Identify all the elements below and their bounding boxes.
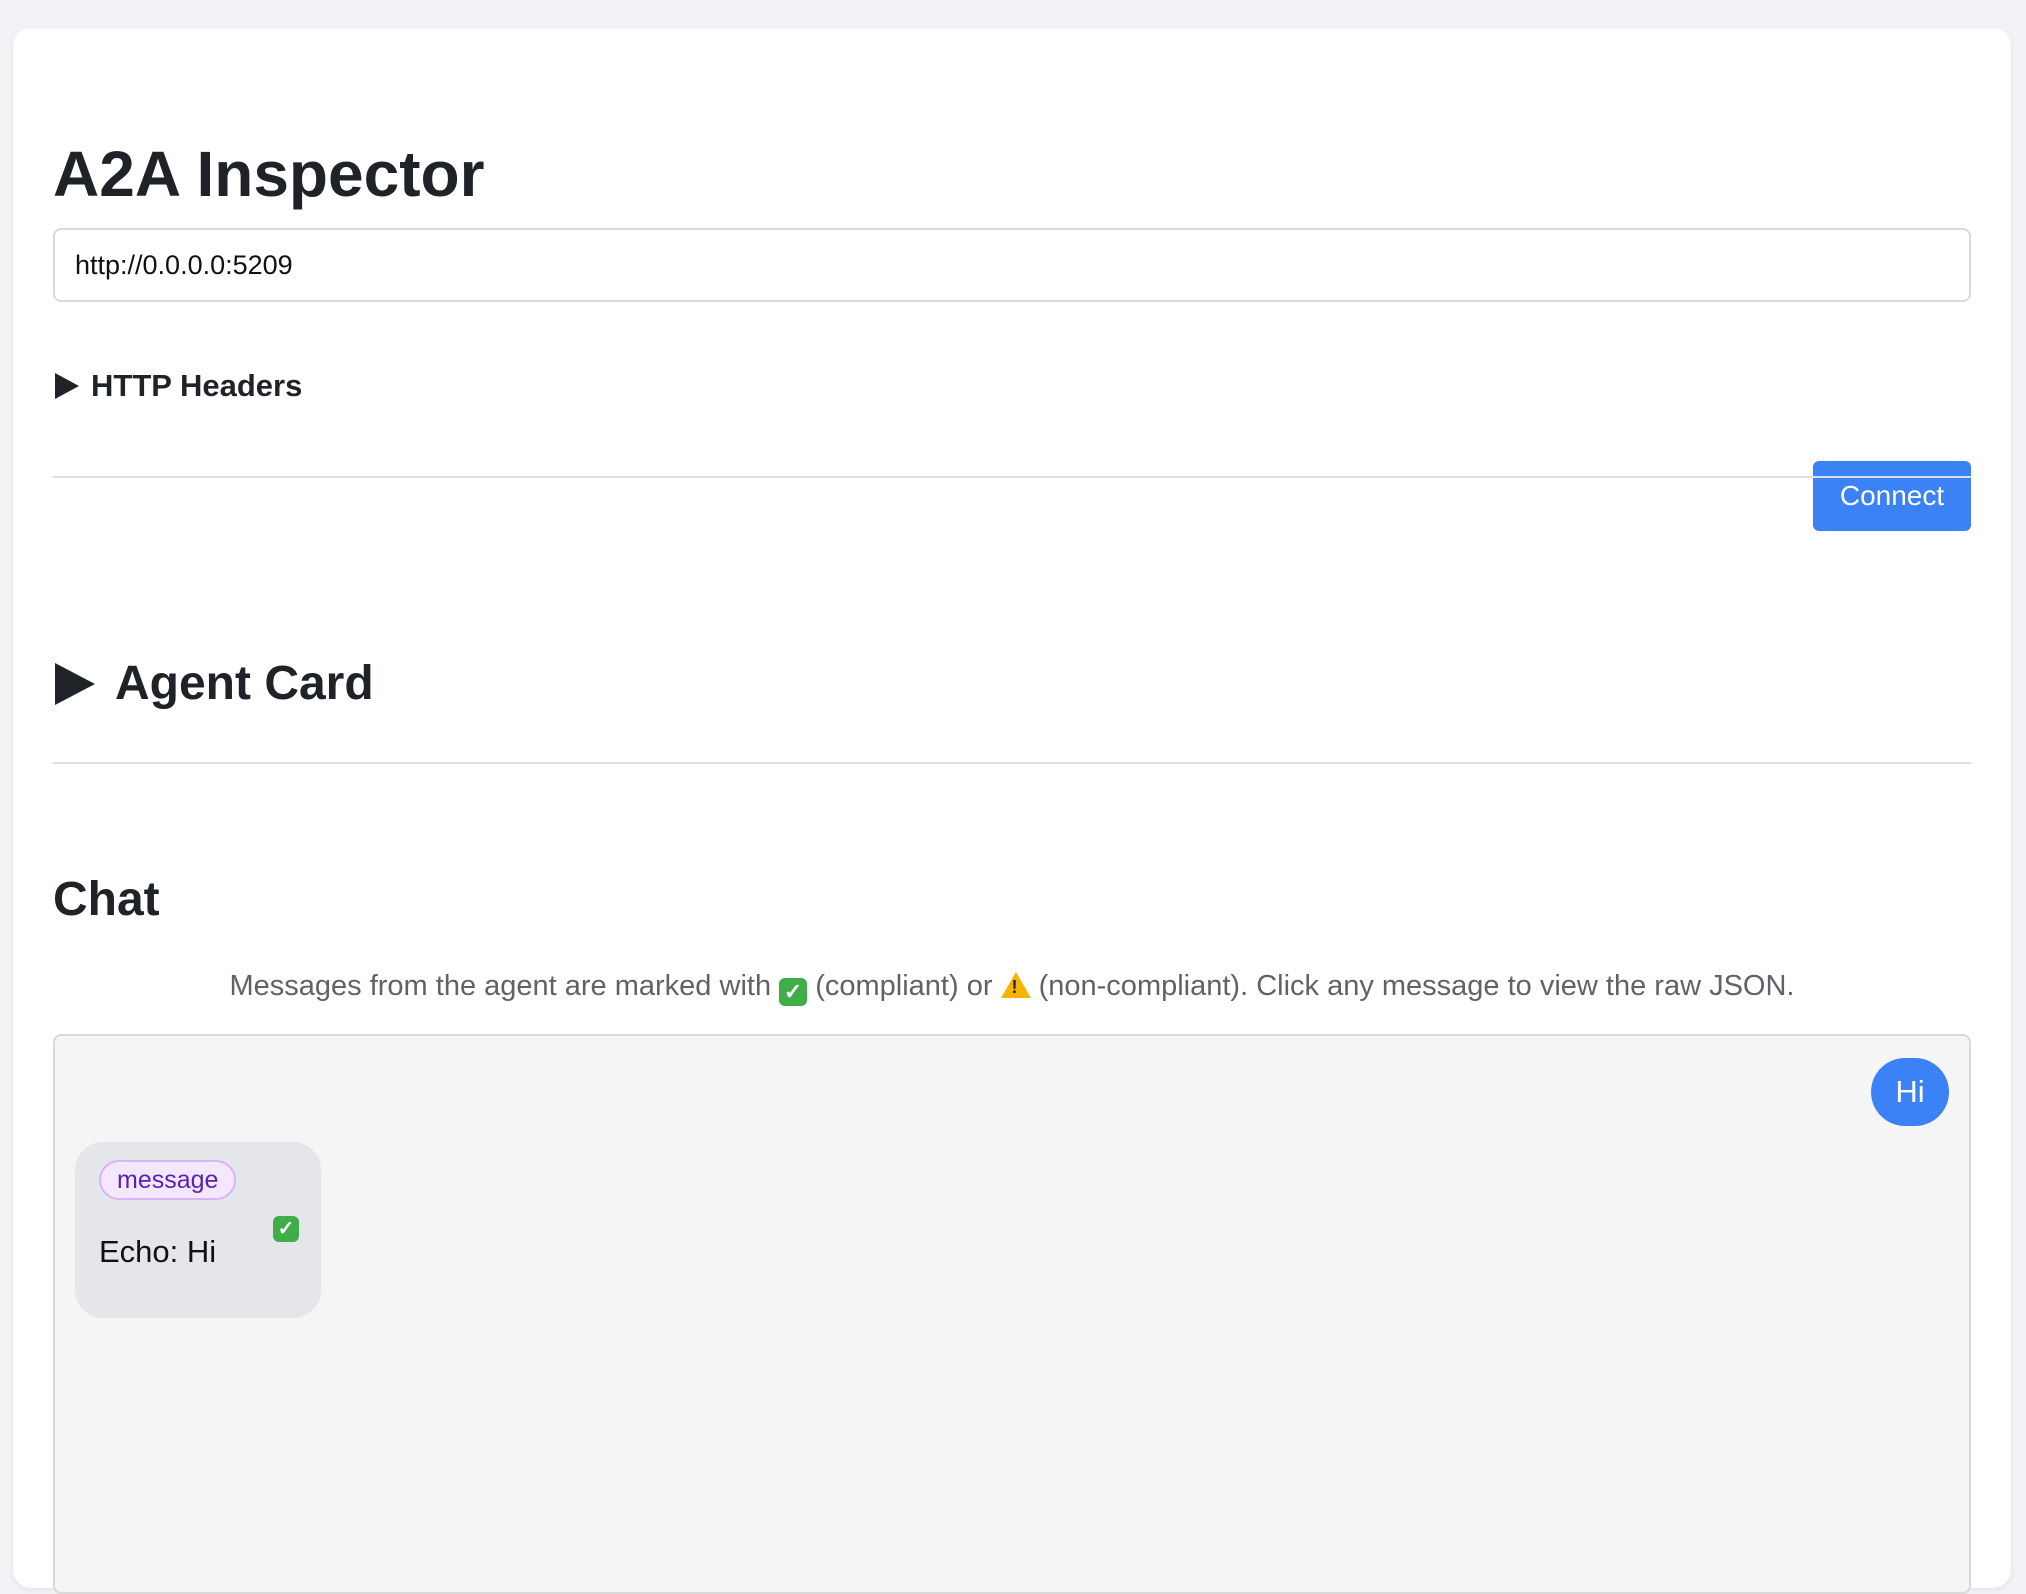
- agent-message-text: Echo: Hi: [99, 1234, 217, 1269]
- page-title: A2A Inspector: [53, 138, 485, 210]
- agent-card-toggle[interactable]: Agent Card: [53, 656, 374, 712]
- chat-messages-area[interactable]: Hi message Echo: Hi ✓: [53, 1034, 1971, 1594]
- disclosure-triangle-icon: [55, 373, 79, 399]
- chat-hint-compliant: (compliant) or: [815, 970, 993, 1002]
- compliant-check-icon: ✓: [779, 978, 808, 1006]
- warning-icon: [1000, 972, 1031, 998]
- agent-card-label: Agent Card: [115, 657, 374, 710]
- chat-hint-noncompliant: (non-compliant). Click any message to vi…: [1038, 970, 1795, 1002]
- connect-button[interactable]: Connect: [1813, 461, 1971, 531]
- agent-url-input[interactable]: [53, 228, 1971, 302]
- user-message-bubble[interactable]: Hi: [1871, 1058, 1949, 1126]
- http-headers-label: HTTP Headers: [91, 368, 303, 403]
- check-icon: ✓: [273, 1216, 299, 1242]
- disclosure-triangle-icon: [55, 663, 95, 705]
- chat-hint: Messages from the agent are marked with …: [53, 968, 1971, 1006]
- chat-title: Chat: [53, 873, 160, 926]
- agent-message-bubble[interactable]: message Echo: Hi ✓: [75, 1142, 321, 1318]
- section-divider: [53, 762, 1971, 764]
- chat-hint-prefix: Messages from the agent are marked with: [229, 970, 772, 1002]
- section-divider: [53, 476, 1971, 478]
- inspector-panel: A2A Inspector HTTP Headers Connect Agent…: [13, 28, 2011, 1594]
- message-kind-badge: message: [99, 1160, 237, 1200]
- http-headers-toggle[interactable]: HTTP Headers: [53, 366, 302, 406]
